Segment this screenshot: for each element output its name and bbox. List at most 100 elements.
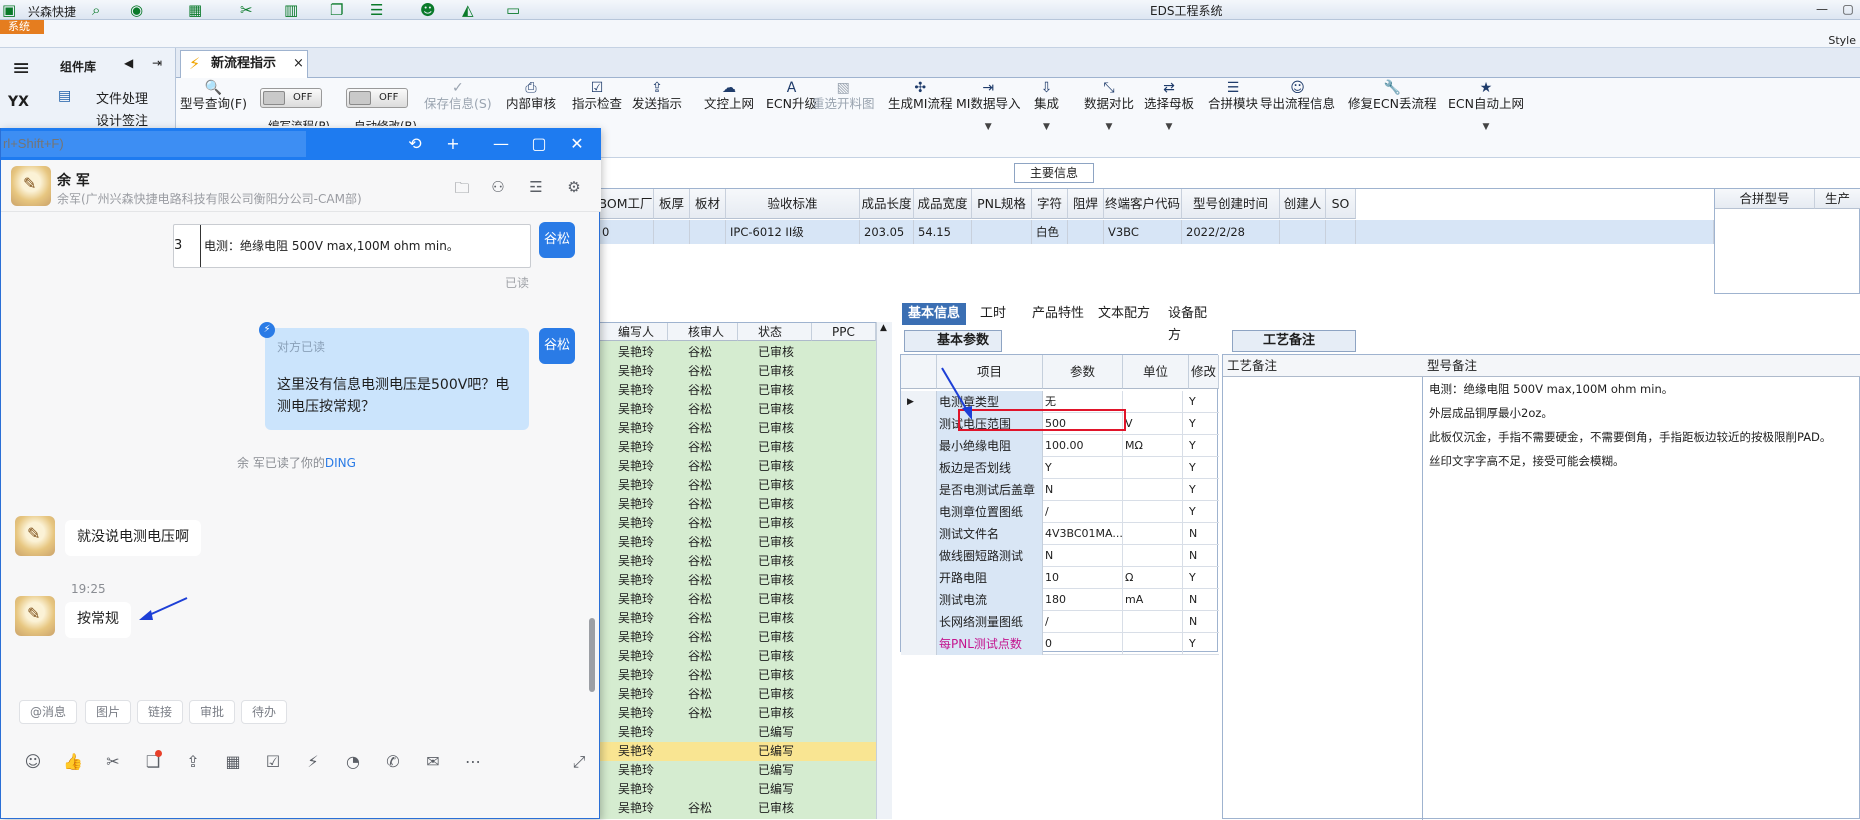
param-value[interactable]: Y [1043,457,1123,479]
emoji-icon[interactable]: ☺ [21,750,45,774]
main-grid-row-fill[interactable] [1356,220,1714,244]
main-grid-cell[interactable]: 2022/2/28 [1182,220,1280,244]
dropdown-arrow-icon[interactable]: ▼ [956,122,1020,132]
ribbon-button-star[interactable]: ★ ECN自动上网 ▼ [1448,80,1524,132]
mail-icon[interactable]: ✉ [421,750,445,774]
hamburger-menu-icon[interactable]: ≡ [12,56,30,81]
main-grid-header[interactable]: 板材 [690,189,726,219]
param-value[interactable]: / [1043,611,1123,633]
main-grid-header[interactable]: 创建人 [1280,189,1326,219]
side-grid-header[interactable]: 合拼型号 [1715,189,1815,209]
main-grid-cell[interactable] [654,220,690,244]
row-selector-icon[interactable] [901,567,937,589]
row-selector-icon[interactable] [901,545,937,567]
main-grid-header[interactable]: 终端客户代码 [1104,189,1182,219]
ribbon-button-printer[interactable]: ⎙ 内部审核 [506,80,556,112]
info-tab[interactable]: 设备配方 [1162,303,1220,343]
param-value[interactable]: 4V3BC01MA... [1043,523,1123,545]
dropdown-arrow-icon[interactable]: ▼ [1084,122,1134,132]
approval-list-scrollbar[interactable]: ▲ [876,322,892,819]
chat-scrollbar[interactable] [589,618,595,692]
approval-row[interactable]: 吴艳玲 谷松 已审核 [598,571,876,590]
pin-icon[interactable]: ⇥ [152,56,162,70]
ribbon-button-list[interactable]: ☰ 合拼模块 [1208,80,1258,112]
main-grid-header[interactable]: 成品长度 [860,189,914,219]
main-grid-header[interactable]: SO [1326,189,1356,219]
add-member-icon[interactable]: ⚇ [487,178,509,198]
approval-row[interactable]: 吴艳玲 已编写 [598,761,876,780]
row-selector-icon[interactable] [901,589,937,611]
info-tab[interactable]: 产品特性 [1026,303,1090,325]
ribbon-button-smile[interactable]: ☺ 导出流程信息 [1260,80,1335,112]
scroll-up-icon[interactable]: ▲ [880,323,887,333]
approval-row[interactable]: 吴艳玲 已编写 [598,780,876,799]
video-call-icon[interactable]: ◔ [341,750,365,774]
scissors-icon[interactable]: ✂ [101,750,125,774]
side-grid-header[interactable]: 生产 [1815,189,1860,209]
param-row[interactable]: 长网络测量图纸 / N [901,611,1219,633]
film-toolbar-icon[interactable]: ▥ [284,1,298,19]
ribbon-button-checkbox[interactable]: ☑ 指示检查 [572,80,622,112]
self-avatar[interactable]: 谷松 [539,222,575,258]
dropdown-arrow-icon[interactable]: ▼ [1448,122,1524,132]
grid-toolbar-icon[interactable]: ▦ [188,1,202,19]
phone-icon[interactable]: ✆ [381,750,405,774]
param-row[interactable]: 开路电阻 10 Ω Y [901,567,1219,589]
approval-row[interactable]: 吴艳玲 谷松 已审核 [598,457,876,476]
scissors-toolbar-icon[interactable]: ✂ [240,1,253,19]
approval-row[interactable]: 吴艳玲 谷松 已审核 [598,609,876,628]
reply-message[interactable]: 就没说电测电压啊 [65,520,201,556]
param-value[interactable]: N [1043,479,1123,501]
param-row[interactable]: 每PNL测试点数 0 Y [901,633,1219,655]
toggle-2-switch[interactable]: OFF [346,88,408,108]
row-selector-icon[interactable] [901,479,937,501]
globe-toolbar-icon[interactable]: ◉ [130,1,143,19]
main-grid-header[interactable]: BOM工厂 [598,189,654,219]
param-row[interactable]: 电测章位置图纸 / Y [901,501,1219,523]
row-selector-icon[interactable] [901,457,937,479]
approval-row[interactable]: 吴艳玲 谷松 已审核 [598,495,876,514]
approval-row[interactable]: 吴艳玲 谷松 已审核 [598,685,876,704]
self-avatar[interactable]: 谷松 [539,328,575,364]
dropdown-arrow-icon[interactable]: ▼ [1034,122,1059,132]
style-label[interactable]: Style [1828,34,1856,47]
quick-link-button[interactable]: 链接 [137,700,184,724]
row-selector-icon[interactable] [901,633,937,655]
approval-row[interactable]: 吴艳玲 已编写 [598,723,876,742]
main-grid-header[interactable]: 验收标准 [726,189,860,219]
approval-row[interactable]: 吴艳玲 已编写 [598,742,876,761]
contact-name[interactable]: 余 军 [57,170,90,190]
approval-header[interactable]: 状态 [738,323,812,341]
param-row[interactable]: 做线圈短路测试 N N [901,545,1219,567]
param-value[interactable]: / [1043,501,1123,523]
param-row[interactable]: 是否电测试后盖章 N Y [901,479,1219,501]
ribbon-button-shuffle[interactable]: ⇄ 选择母板 ▼ [1144,80,1194,132]
quick-approval-button[interactable]: 审批 [189,700,236,724]
param-row[interactable]: 最小绝缘电阻 100.00 MΩ Y [901,435,1219,457]
main-grid-cell[interactable]: V3BC [1104,220,1182,244]
list-toolbar-icon[interactable]: ☰ [370,1,383,19]
search-toolbar-icon[interactable]: ⌕ [92,1,100,19]
row-selector-icon[interactable]: ▶ [901,391,937,413]
expand-input-icon[interactable]: ⤢ [567,750,591,774]
approval-row[interactable]: 吴艳玲 谷松 已审核 [598,400,876,419]
monitor-toolbar-icon[interactable]: ▭ [506,1,520,19]
main-grid-cell[interactable] [972,220,1032,244]
quick-todo-button[interactable]: 待办 [241,700,288,724]
toggle-1-switch[interactable]: OFF [260,88,322,108]
close-chat-icon[interactable]: ✕ [563,132,591,156]
basic-params-tab[interactable]: 基本参数 [904,330,1002,352]
param-value[interactable]: 100.00 [1043,435,1123,457]
param-value[interactable]: 10 [1043,567,1123,589]
approval-header[interactable]: 核审人 [668,323,738,341]
main-grid-header[interactable]: 板厚 [654,189,690,219]
param-row[interactable]: 测试文件名 4V3BC01MA... N [901,523,1219,545]
approval-row[interactable]: 吴艳玲 谷松 已审核 [598,362,876,381]
chat-search-input[interactable] [1,131,306,157]
upload-file-icon[interactable]: ⇪ [181,750,205,774]
contact-avatar[interactable] [15,596,55,636]
module-item-design-sign[interactable]: 设计签注 [96,110,148,129]
document-icon[interactable]: ❏ [141,750,165,774]
approval-row[interactable]: 吴艳玲 谷松 已审核 [598,666,876,685]
user-toolbar-icon[interactable]: ☻ [420,1,436,19]
